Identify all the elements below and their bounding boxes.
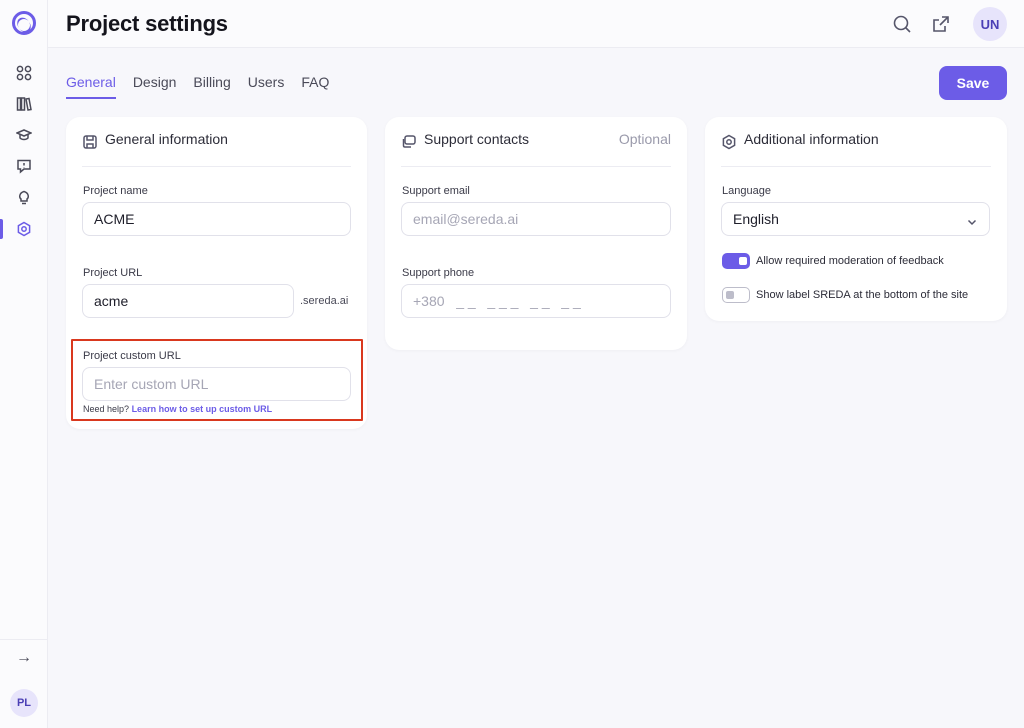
highlight-box bbox=[71, 339, 363, 421]
optional-label: Optional bbox=[618, 131, 671, 147]
language-label: Language bbox=[722, 185, 771, 197]
language-select[interactable]: English bbox=[721, 202, 990, 236]
sidebar-item-learning[interactable] bbox=[14, 125, 34, 145]
support-phone-label: Support phone bbox=[402, 267, 475, 279]
sidebar-avatar[interactable]: PL bbox=[10, 689, 38, 717]
save-button[interactable]: Save bbox=[939, 66, 1007, 100]
open-external-button[interactable] bbox=[931, 14, 951, 34]
tab-billing[interactable]: Billing bbox=[193, 74, 230, 99]
search-icon bbox=[893, 15, 911, 33]
sidebar-item-ideas[interactable] bbox=[14, 187, 34, 207]
chevron-down-icon bbox=[967, 214, 977, 226]
external-link-icon bbox=[933, 16, 949, 32]
sidebar-item-grid[interactable] bbox=[14, 63, 34, 83]
lightbulb-icon bbox=[19, 190, 29, 205]
project-url-label: Project URL bbox=[83, 267, 143, 279]
card-title: Additional information bbox=[744, 131, 879, 147]
sidebar-item-library[interactable] bbox=[14, 94, 34, 114]
page-title: Project settings bbox=[66, 11, 228, 36]
project-name-input[interactable]: ACME bbox=[82, 202, 351, 236]
card-header: General information bbox=[82, 131, 351, 167]
hexagon-settings-icon bbox=[17, 221, 31, 237]
sidebar: → PL bbox=[0, 0, 48, 728]
tab-faq[interactable]: FAQ bbox=[301, 74, 329, 99]
tab-design[interactable]: Design bbox=[133, 74, 177, 99]
graduation-cap-icon bbox=[16, 129, 32, 141]
user-avatar[interactable]: UN bbox=[973, 7, 1007, 41]
chat-bubbles-icon bbox=[401, 134, 417, 150]
library-icon bbox=[16, 97, 32, 111]
sereda-logo-icon[interactable] bbox=[12, 11, 36, 35]
support-email-label: Support email bbox=[402, 185, 470, 197]
grid-icon bbox=[16, 65, 32, 81]
search-button[interactable] bbox=[892, 14, 912, 34]
save-disk-icon bbox=[82, 134, 98, 150]
expand-sidebar-arrow-icon[interactable]: → bbox=[14, 649, 34, 667]
card-header: Additional information bbox=[721, 131, 991, 167]
tab-general[interactable]: General bbox=[66, 74, 116, 99]
active-indicator bbox=[0, 219, 3, 239]
card-title: Support contacts bbox=[424, 131, 530, 147]
project-url-input[interactable]: acme bbox=[82, 284, 294, 318]
header: Project settings UN bbox=[48, 0, 1024, 48]
project-name-label: Project name bbox=[83, 185, 148, 197]
support-email-input[interactable]: email@sereda.ai bbox=[401, 202, 671, 236]
feedback-bubble-icon bbox=[17, 159, 31, 174]
moderation-toggle-label: Allow required moderation of feedback bbox=[756, 255, 944, 267]
sreda-label-toggle[interactable] bbox=[722, 287, 750, 303]
support-phone-input[interactable]: +380 _ _ _ _ _ _ _ _ _ bbox=[401, 284, 671, 318]
sidebar-divider bbox=[0, 639, 48, 640]
project-url-suffix: .sereda.ai bbox=[300, 295, 349, 307]
hexagon-settings-icon bbox=[721, 134, 737, 150]
sidebar-item-settings[interactable] bbox=[14, 219, 34, 239]
card-header: Support contacts Optional bbox=[401, 131, 671, 167]
moderation-toggle[interactable] bbox=[722, 253, 750, 269]
sidebar-item-feedback[interactable] bbox=[14, 156, 34, 176]
sreda-label-toggle-label: Show label SREDA at the bottom of the si… bbox=[756, 289, 969, 301]
language-value: English bbox=[733, 211, 779, 227]
settings-tabs: General Design Billing Users FAQ bbox=[66, 74, 346, 99]
card-title: General information bbox=[105, 131, 228, 147]
tab-users[interactable]: Users bbox=[248, 74, 285, 99]
